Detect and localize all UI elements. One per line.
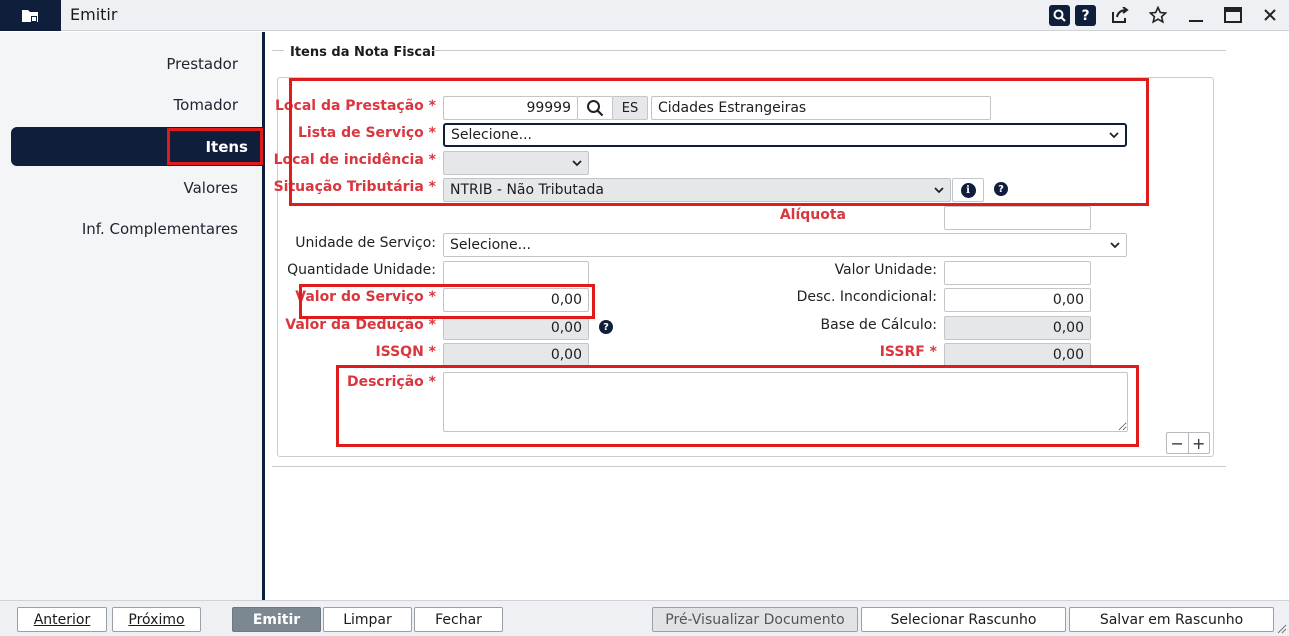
anterior-button-label: Anterior (33, 611, 91, 628)
sidebar-item-valores[interactable]: Valores (183, 179, 238, 197)
highlight-box-valor-servico (299, 284, 595, 319)
minimize-icon[interactable] (1185, 4, 1207, 26)
salvar-rascunho-button[interactable]: Salvar em Rascunho (1069, 607, 1274, 632)
issqn-label: ISSQN * (375, 344, 436, 360)
section-bottom-rule (272, 466, 1226, 467)
help-icon[interactable]: ? (1075, 5, 1096, 26)
window-title: Emitir (70, 5, 118, 24)
valor-deducao-input: 0,00 (443, 316, 589, 340)
sidebar-item-prestador[interactable]: Prestador (166, 55, 238, 73)
highlight-box-main-fields (289, 78, 1149, 206)
chevron-down-icon (1110, 242, 1120, 249)
folder-document-icon (0, 0, 61, 31)
item-controls: − + (1166, 432, 1210, 454)
title-bar: Emitir ? (0, 0, 1289, 31)
valor-unidade-label: Valor Unidade: (834, 262, 937, 278)
unidade-servico-value: Selecione... (450, 237, 531, 253)
maximize-icon[interactable] (1222, 4, 1244, 26)
help-icon[interactable]: ? (599, 320, 613, 334)
sidebar-item-itens[interactable]: Itens (167, 128, 263, 165)
highlight-box-descricao (336, 365, 1139, 447)
aliquota-input[interactable] (944, 206, 1091, 230)
close-icon[interactable] (1259, 4, 1281, 26)
issrf-input: 0,00 (944, 343, 1091, 367)
share-icon[interactable] (1109, 4, 1131, 26)
legend-rule-left (272, 50, 284, 51)
limpar-button[interactable]: Limpar (323, 607, 412, 632)
pre-visualizar-button[interactable]: Pré-Visualizar Documento (652, 607, 858, 632)
issqn-input: 0,00 (443, 343, 589, 367)
add-item-button[interactable]: + (1189, 433, 1210, 453)
resize-grip-icon[interactable] (1277, 624, 1287, 634)
desc-incondicional-label: Desc. Incondicional: (796, 289, 937, 305)
legend-rule-right (432, 50, 1226, 51)
quantidade-unidade-label: Quantidade Unidade: (287, 262, 436, 278)
base-calculo-input: 0,00 (944, 316, 1091, 340)
valor-deducao-label: Valor da Dedução * (285, 317, 436, 333)
star-icon[interactable] (1147, 4, 1169, 26)
search-icon[interactable] (1049, 5, 1070, 26)
remove-item-button[interactable]: − (1167, 433, 1189, 453)
aliquota-label: Alíquota (779, 207, 846, 223)
unidade-servico-select[interactable]: Selecione... (443, 233, 1127, 257)
section-legend: Itens da Nota Fiscal (290, 45, 436, 60)
selecionar-rascunho-button[interactable]: Selecionar Rascunho (861, 607, 1066, 632)
sidebar-item-inf-complementares[interactable]: Inf. Complementares (82, 220, 238, 238)
fechar-button[interactable]: Fechar (414, 607, 503, 632)
unidade-servico-label: Unidade de Serviço: (295, 235, 436, 251)
issrf-label: ISSRF * (879, 344, 937, 360)
valor-unidade-input[interactable] (944, 261, 1091, 285)
quantidade-unidade-input[interactable] (443, 261, 589, 285)
anterior-button[interactable]: Anterior (17, 607, 107, 632)
proximo-button[interactable]: Próximo (112, 607, 201, 632)
proximo-button-label: Próximo (128, 611, 185, 628)
sidebar (0, 32, 262, 600)
sidebar-divider (262, 32, 265, 600)
sidebar-item-tomador[interactable]: Tomador (174, 96, 238, 114)
desc-incondicional-input[interactable]: 0,00 (944, 288, 1091, 312)
emitir-button[interactable]: Emitir (232, 607, 321, 632)
base-calculo-label: Base de Cálculo: (820, 317, 937, 333)
